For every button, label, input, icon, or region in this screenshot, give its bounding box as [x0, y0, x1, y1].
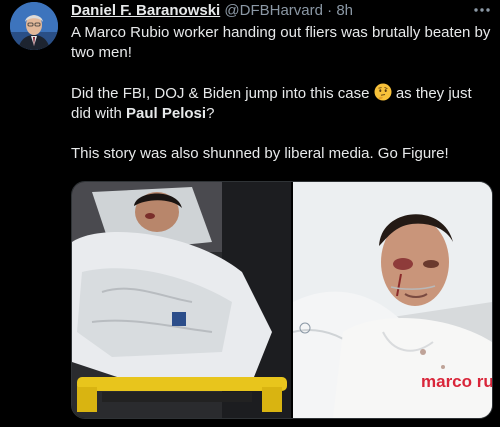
shirt-logo-text: marco rub — [421, 372, 492, 391]
tweet-paragraph-2-start: Did the FBI, DOJ & Biden jump into this … — [71, 85, 370, 102]
question-mark: ? — [206, 105, 215, 122]
thinking-face-icon — [374, 83, 392, 101]
thinking-face-emoji — [374, 83, 392, 101]
tweet-media[interactable]: marco rub — [71, 181, 493, 419]
tweet-header: Daniel F. Baranowski @DFBHarvard · 8h — [71, 2, 353, 19]
tweet-paragraph-3: This story was also shunned by liberal m… — [71, 145, 449, 162]
separator-dot: · — [327, 2, 333, 19]
more-dots-icon[interactable] — [472, 0, 492, 25]
timestamp[interactable]: 8h — [336, 2, 353, 19]
photo-stretcher[interactable] — [72, 182, 291, 418]
tweet-text: A Marco Rubio worker handing out fliers … — [71, 23, 491, 184]
user-handle[interactable]: @DFBHarvard — [224, 2, 323, 19]
tweet[interactable]: Daniel F. Baranowski @DFBHarvard · 8h A … — [0, 0, 500, 427]
tweet-paragraph-1: A Marco Rubio worker handing out fliers … — [71, 24, 491, 61]
avatar[interactable] — [10, 2, 58, 50]
display-name[interactable]: Daniel F. Baranowski — [71, 2, 220, 19]
photo-hospital-bed[interactable]: marco rub — [293, 182, 492, 418]
avatar-image — [10, 2, 58, 50]
mentioned-name: Paul Pelosi — [126, 105, 207, 122]
more-dots-glyph — [474, 8, 490, 12]
tweet-paragraph-2: Did the FBI, DOJ & Biden jump into this … — [71, 83, 491, 124]
